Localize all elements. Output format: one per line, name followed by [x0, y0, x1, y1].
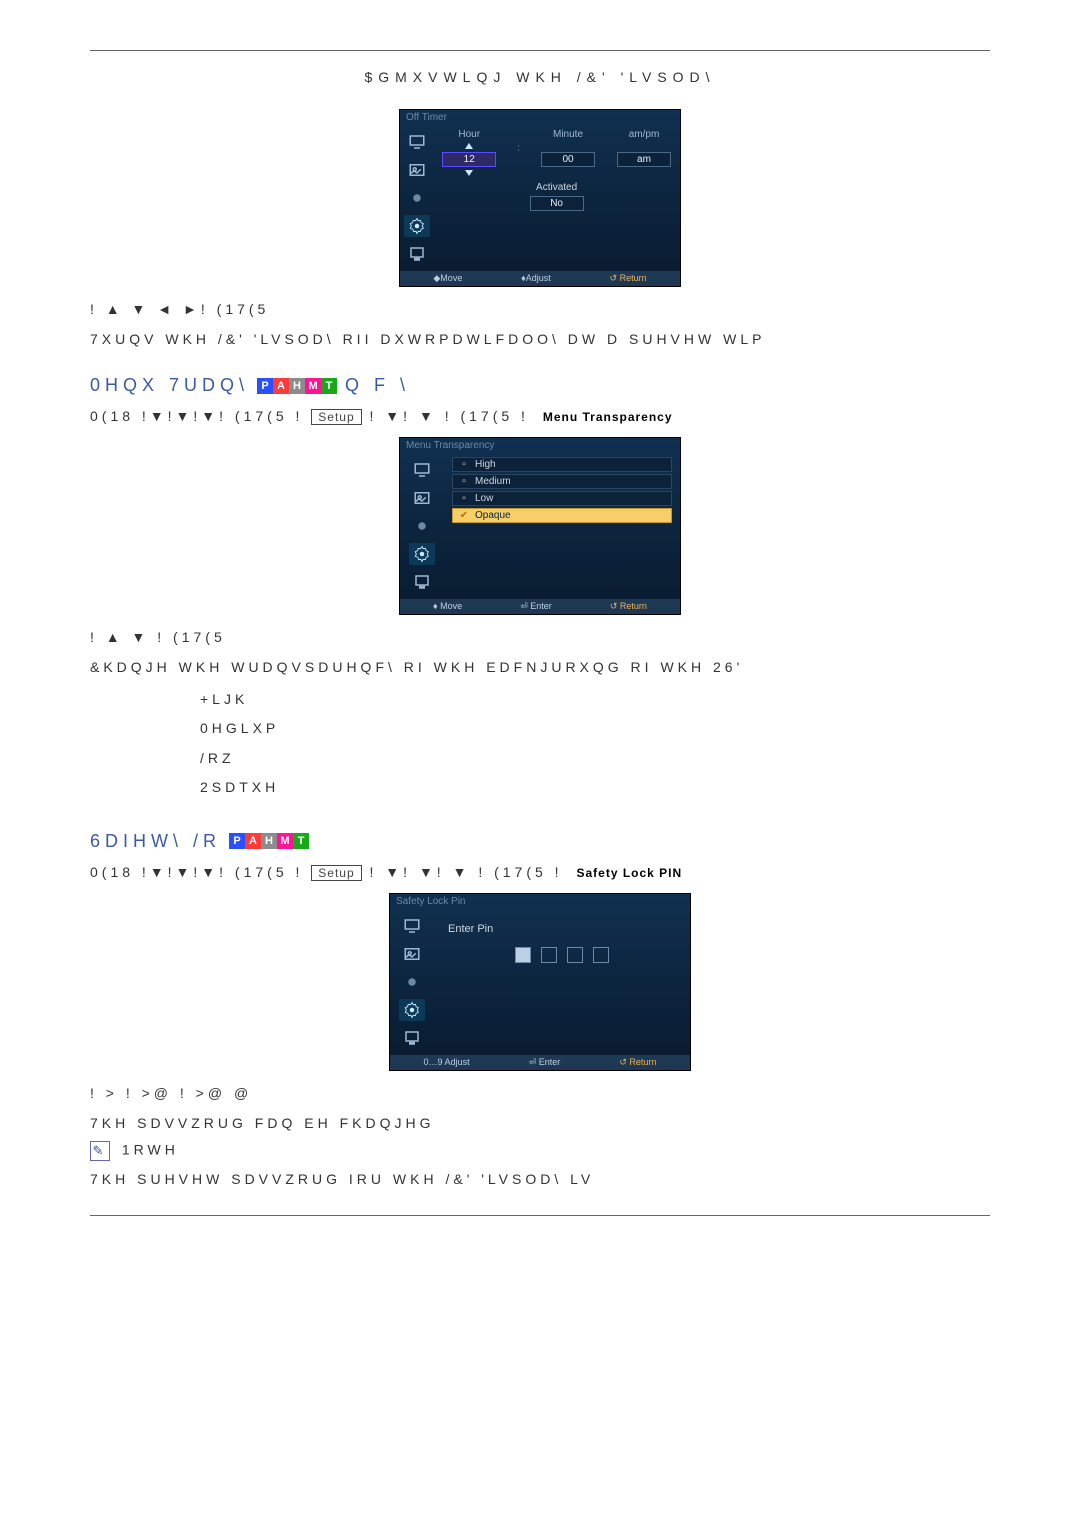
model-badge: PAHMT [257, 378, 337, 394]
footer-move: ◆Move [433, 273, 462, 284]
osd-off-timer: Off Timer Hour 12 : Minute 00 [399, 109, 681, 287]
transparency-desc: &KDQJH WKH WUDQVSDUHQF\ RI WKH EDFNJURXQ… [90, 659, 990, 675]
footer-adjust: 0…9 Adjust [424, 1057, 470, 1068]
monitor-icon[interactable] [409, 459, 435, 481]
footer-return: ↺ Return [619, 1057, 656, 1068]
off-timer-minute-label: Minute [553, 129, 583, 140]
section-safety-lock: 6DIHW\ /R [90, 831, 221, 852]
dot-icon[interactable] [409, 515, 435, 537]
page-header: $GMXVWLQJ WKH /&' 'LVSOD\ [90, 69, 990, 85]
picture-icon[interactable] [399, 943, 425, 965]
footer-return: ↺ Return [610, 273, 647, 284]
footer-enter: ⏎ Enter [520, 601, 552, 612]
transparency-nav: ! ▲ ▼ ! (17(5 [90, 629, 990, 645]
osd-icon-rail[interactable] [400, 453, 444, 599]
activated-value[interactable]: No [530, 196, 584, 211]
note-text: 7KH SUHVHW SDVVZRUG IRU WKH /&' 'LVSOD\ … [90, 1171, 990, 1187]
bullet-medium: 0HGLXP [200, 714, 990, 743]
footer-move: ♦ Move [433, 601, 462, 612]
square-icon: ▫ [459, 477, 469, 487]
pin-box-1[interactable] [515, 947, 531, 963]
dot-icon[interactable] [399, 971, 425, 993]
activated-label: Activated [536, 182, 577, 193]
bullet-opaque: 2SDTXH [200, 773, 990, 802]
bullet-high: +LJK [200, 685, 990, 714]
safety-nav: ! > ! >@ ! >@ @ [90, 1085, 990, 1101]
osd-safety-lock: Safety Lock Pin Enter Pin 0…9 Adjust ⏎ E… [389, 893, 691, 1071]
osd-icon-rail[interactable] [390, 909, 434, 1055]
osd-title: Menu Transparency [400, 438, 680, 453]
section-tail: Q F \ [345, 375, 410, 396]
safety-menu-path: 0(18 !▼!▼!▼! (17(5 ! Setup ! ▼! ▼! ▼ ! (… [90, 864, 990, 881]
display-icon[interactable] [409, 571, 435, 593]
osd-icon-rail[interactable] [400, 125, 433, 271]
transparency-option-medium[interactable]: ▫ Medium [452, 474, 672, 489]
gear-icon[interactable] [404, 215, 430, 237]
square-icon: ▫ [459, 460, 469, 470]
off-timer-minute[interactable]: 00 [541, 152, 595, 167]
model-badge: PAHMT [229, 833, 309, 849]
off-timer-ampm-label: am/pm [629, 129, 660, 140]
osd-title: Off Timer [400, 110, 680, 125]
off-timer-nav: ! ▲ ▼ ◄ ►! (17(5 [90, 301, 990, 317]
transparency-menu-path: 0(18 !▼!▼!▼! (17(5 ! Setup ! ▼! ▼ ! (17(… [90, 408, 990, 425]
off-timer-hour-label: Hour [458, 129, 480, 140]
monitor-icon[interactable] [399, 915, 425, 937]
transparency-option-low[interactable]: ▫ Low [452, 491, 672, 506]
footer-return: ↺ Return [610, 601, 647, 612]
monitor-icon[interactable] [404, 131, 430, 153]
time-sep: : [517, 129, 520, 176]
off-timer-desc: 7XUQV WKH /&' 'LVSOD\ RII DXWRPDWLFDOO\ … [90, 331, 990, 347]
picture-icon[interactable] [409, 487, 435, 509]
pill-setup: Setup [311, 409, 361, 425]
pill-setup: Setup [311, 865, 361, 881]
transparency-option-opaque[interactable]: ✔ Opaque [452, 508, 672, 523]
off-timer-hour[interactable]: 12 [442, 152, 496, 167]
safety-desc: 7KH SDVVZRUG FDQ EH FKDQJHG [90, 1115, 990, 1131]
picture-icon[interactable] [404, 159, 430, 181]
section-menu-transparency: 0HQX 7UDQ\ [90, 375, 249, 396]
check-icon: ✔ [459, 511, 469, 521]
square-icon: ▫ [459, 494, 469, 504]
up-arrow-icon[interactable] [465, 143, 473, 149]
down-arrow-icon[interactable] [465, 170, 473, 176]
pin-box-4[interactable] [593, 947, 609, 963]
gear-icon[interactable] [399, 999, 425, 1021]
bullet-low: /RZ [200, 744, 990, 773]
pin-box-3[interactable] [567, 947, 583, 963]
gear-icon[interactable] [409, 543, 435, 565]
osd-title: Safety Lock Pin [390, 894, 690, 909]
osd-menu-transparency: Menu Transparency ▫ High ▫ Medium ▫ Low … [399, 437, 681, 615]
display-icon[interactable] [404, 243, 430, 265]
footer-enter: ⏎ Enter [529, 1057, 561, 1068]
pill-menu-transparency: Menu Transparency [537, 410, 679, 424]
note-icon: ✎ [90, 1141, 110, 1161]
enter-pin-label: Enter Pin [448, 923, 682, 935]
off-timer-ampm[interactable]: am [617, 152, 671, 167]
dot-icon[interactable] [404, 187, 430, 209]
note-label: 1RWH [122, 1141, 179, 1157]
display-icon[interactable] [399, 1027, 425, 1049]
pin-box-2[interactable] [541, 947, 557, 963]
pill-safety-lock-pin: Safety Lock PIN [570, 866, 688, 880]
transparency-option-high[interactable]: ▫ High [452, 457, 672, 472]
footer-adjust: ♦Adjust [521, 273, 551, 284]
